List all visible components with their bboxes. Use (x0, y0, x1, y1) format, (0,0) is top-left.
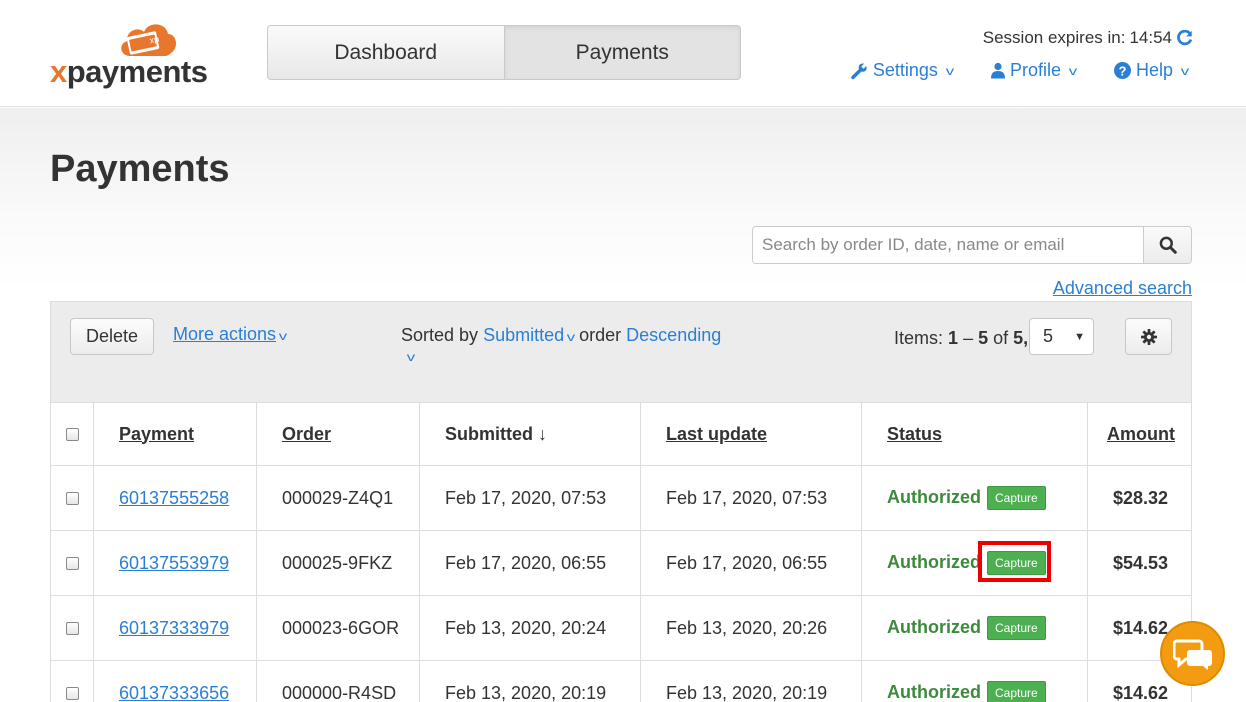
search-button[interactable] (1143, 227, 1191, 263)
status-badge: Authorized (887, 681, 981, 702)
amount: $54.53 (1087, 530, 1192, 596)
help-menu[interactable]: ? Help v (1113, 60, 1190, 81)
chevron-down-icon: v (945, 63, 955, 78)
session-timer: Session expires in: 14:54 (983, 28, 1193, 48)
session-time: 14:54 (1129, 28, 1172, 47)
settings-label: Settings (872, 60, 938, 80)
row-checkbox[interactable] (65, 687, 79, 701)
status-badge: Authorized (887, 486, 981, 507)
items-counter: Items: 1 – 5 of 5, (894, 328, 1029, 348)
chevron-down-icon[interactable]: v (407, 350, 415, 364)
last-update-date: Feb 17, 2020, 07:53 (640, 465, 862, 531)
submitted-date: Feb 17, 2020, 07:53 (419, 465, 641, 531)
delete-button[interactable]: Delete (70, 318, 154, 355)
advanced-search-link[interactable]: Advanced search (1053, 278, 1192, 299)
submitted-date: Feb 17, 2020, 06:55 (419, 530, 641, 596)
tab-payments[interactable]: Payments (504, 26, 740, 79)
column-header-amount[interactable]: Amount (1087, 402, 1192, 466)
table-header-row: Payment Order Submitted ↓ Last update St… (50, 402, 1192, 466)
order-id: 000000-R4SD (256, 660, 420, 702)
settings-menu[interactable]: Settings v (850, 60, 955, 81)
payment-id-link[interactable]: 60137555258 (119, 488, 229, 508)
capture-button[interactable]: Capture (987, 486, 1046, 510)
refresh-icon[interactable] (1176, 29, 1193, 47)
table-row: 60137333656 000000-R4SD Feb 13, 2020, 20… (50, 660, 1192, 702)
session-label: Session expires in: (982, 28, 1126, 47)
tab-dashboard[interactable]: Dashboard (268, 26, 505, 79)
top-menu: Settings v Profile v ? Help v (850, 60, 1190, 81)
help-label: Help (1135, 60, 1173, 80)
svg-text:xp: xp (149, 34, 160, 46)
row-checkbox[interactable] (65, 622, 79, 636)
search-input[interactable] (753, 227, 1143, 263)
main-nav: Dashboard Payments (267, 25, 741, 80)
amount: $28.32 (1087, 465, 1192, 531)
capture-button[interactable]: Capture (987, 616, 1046, 640)
column-header-last-update[interactable]: Last update (640, 402, 862, 466)
chat-bubbles-icon (1172, 639, 1212, 670)
column-header-submitted[interactable]: Submitted ↓ (419, 402, 641, 466)
caret-down-icon: ▼ (1074, 331, 1085, 343)
column-header-payment[interactable]: Payment (93, 402, 257, 466)
svg-text:?: ? (1119, 63, 1127, 78)
profile-label: Profile (1009, 60, 1061, 80)
settings-gear-button[interactable] (1125, 318, 1172, 355)
last-update-date: Feb 13, 2020, 20:19 (640, 660, 862, 702)
status-badge: Authorized (887, 616, 981, 637)
select-all-checkbox[interactable] (65, 428, 79, 442)
question-circle-icon: ? (1113, 62, 1131, 79)
chevron-down-icon: v (566, 330, 576, 344)
capture-button[interactable]: Capture (987, 681, 1046, 702)
payment-id-link[interactable]: 60137333979 (119, 618, 229, 638)
payment-id-link[interactable]: 60137553979 (119, 553, 229, 573)
row-checkbox[interactable] (65, 557, 79, 571)
payment-id-link[interactable]: 60137333656 (119, 683, 229, 702)
order-id: 000025-9FKZ (256, 530, 420, 596)
chevron-down-icon: v (1068, 63, 1078, 78)
user-icon (990, 62, 1005, 79)
order-prefix: order (579, 325, 622, 345)
row-checkbox[interactable] (65, 492, 79, 506)
highlighted-capture: Capture (978, 541, 1051, 582)
items-per-page-value: 5 (1043, 326, 1054, 346)
sorted-by-prefix: Sorted by (401, 325, 479, 345)
table-row: 60137333979 000023-6GOR Feb 13, 2020, 20… (50, 595, 1192, 661)
last-update-date: Feb 17, 2020, 06:55 (640, 530, 862, 596)
more-actions-dropdown[interactable]: More actions v (173, 324, 288, 345)
column-header-status[interactable]: Status (861, 402, 1088, 466)
chevron-down-icon: v (278, 329, 288, 343)
order-id: 000029-Z4Q1 (256, 465, 420, 531)
capture-button[interactable]: Capture (987, 551, 1046, 575)
sort-field-dropdown[interactable]: Submitted v (483, 325, 575, 345)
more-actions-label: More actions (173, 324, 277, 344)
chat-widget-button[interactable] (1160, 621, 1225, 686)
table-row: 60137553979 000025-9FKZ Feb 17, 2020, 06… (50, 530, 1192, 596)
sort-field-label: Submitted (483, 325, 565, 345)
list-toolbar: Delete More actions v Sorted by Submitted… (50, 301, 1192, 402)
payments-table: Payment Order Submitted ↓ Last update St… (50, 402, 1192, 702)
search-icon (1159, 236, 1177, 254)
status-badge: Authorized (887, 551, 981, 572)
submitted-date: Feb 13, 2020, 20:19 (419, 660, 641, 702)
select-all-cell (50, 402, 94, 466)
items-per-page-select[interactable]: 5 ▼ (1029, 318, 1094, 355)
order-id: 000023-6GOR (256, 595, 420, 661)
submitted-date: Feb 13, 2020, 20:24 (419, 595, 641, 661)
main-content: Payments Advanced search Delete More act… (0, 108, 1246, 702)
page-title: Payments (50, 148, 230, 190)
logo-wordmark: xpayments (50, 54, 208, 89)
chevron-down-icon: v (1180, 63, 1190, 78)
search-box (752, 226, 1192, 264)
app-header: xp xpayments Dashboard Payments Session … (0, 0, 1246, 107)
column-header-order[interactable]: Order (256, 402, 420, 466)
xpayments-logo[interactable]: xp xpayments (50, 18, 220, 90)
last-update-date: Feb 13, 2020, 20:26 (640, 595, 862, 661)
gear-icon (1140, 328, 1157, 345)
sort-order-dropdown[interactable]: Descending (626, 325, 721, 345)
profile-menu[interactable]: Profile v (990, 60, 1078, 81)
table-row: 60137555258 000029-Z4Q1 Feb 17, 2020, 07… (50, 465, 1192, 531)
wrench-icon (851, 62, 867, 79)
sort-controls: Sorted by Submitted v order Descending (401, 323, 741, 349)
